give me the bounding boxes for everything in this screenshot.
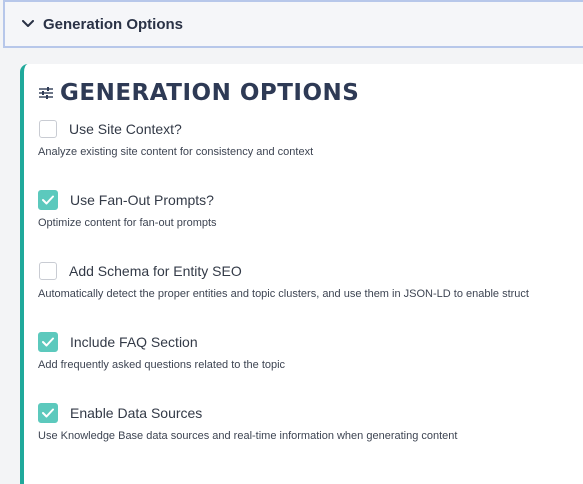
chevron-down-icon <box>21 17 35 31</box>
option-use-fan-out-prompts: Use Fan-Out Prompts? Optimize content fo… <box>38 189 217 229</box>
use-site-context-checkbox[interactable] <box>39 120 57 138</box>
sliders-icon <box>38 85 54 101</box>
add-schema-checkbox[interactable] <box>39 262 57 280</box>
option-include-faq: Include FAQ Section Add frequently asked… <box>38 331 285 371</box>
panel-title: GENERATION OPTIONS <box>60 80 360 106</box>
option-description: Add frequently asked questions related t… <box>38 359 286 371</box>
option-description: Analyze existing site content for consis… <box>38 146 314 158</box>
option-description: Optimize content for fan-out prompts <box>38 217 217 229</box>
option-enable-data-sources: Enable Data Sources Use Knowledge Base d… <box>38 402 457 442</box>
panel-heading: GENERATION OPTIONS <box>38 78 359 108</box>
generation-options-panel: GENERATION OPTIONS Use Site Context? Ana… <box>20 64 583 484</box>
option-label: Add Schema for Entity SEO <box>69 263 242 279</box>
enable-data-sources-checkbox[interactable] <box>38 403 58 423</box>
option-add-schema: Add Schema for Entity SEO Automatically … <box>38 260 529 300</box>
option-use-site-context: Use Site Context? Analyze existing site … <box>38 118 313 158</box>
option-label: Enable Data Sources <box>70 405 203 421</box>
option-description: Use Knowledge Base data sources and real… <box>38 430 458 442</box>
use-fan-out-prompts-checkbox[interactable] <box>38 190 58 210</box>
option-label: Use Site Context? <box>69 121 182 137</box>
accordion-title: Generation Options <box>43 15 184 33</box>
option-label: Use Fan-Out Prompts? <box>70 192 214 208</box>
include-faq-checkbox[interactable] <box>38 332 58 352</box>
option-label: Include FAQ Section <box>70 334 198 350</box>
option-description: Automatically detect the proper entities… <box>38 288 529 300</box>
generation-options-accordion-header[interactable]: Generation Options <box>3 0 583 48</box>
